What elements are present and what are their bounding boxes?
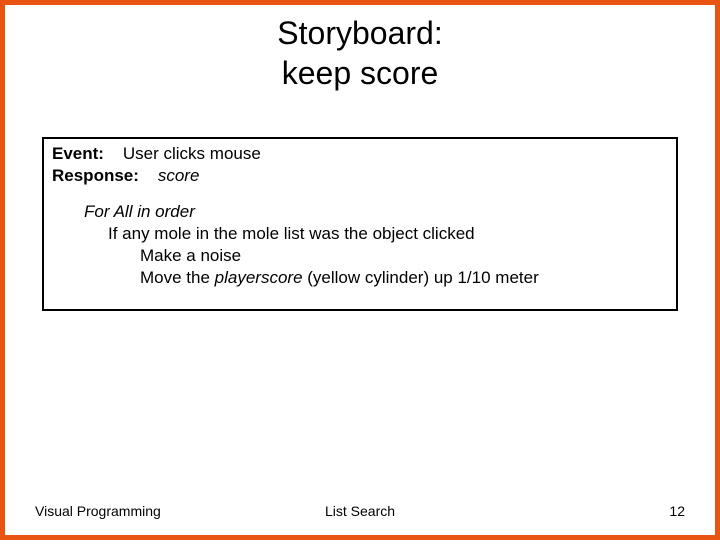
event-row: Event: User clicks mouse xyxy=(52,143,668,165)
response-row: Response: score xyxy=(52,165,668,187)
action-2-pre: Move the xyxy=(140,268,215,287)
title-line-2: keep score xyxy=(282,55,439,91)
response-text: score xyxy=(158,166,200,185)
slide-title: Storyboard: keep score xyxy=(5,13,715,93)
slide-footer: Visual Programming List Search 12 xyxy=(5,503,715,519)
footer-page-number: 12 xyxy=(669,503,685,519)
loop-header: For All in order xyxy=(52,201,668,223)
action-2-post: (yellow cylinder) up 1/10 meter xyxy=(303,268,539,287)
event-label: Event: xyxy=(52,144,104,163)
action-2-var: playerscore xyxy=(215,268,303,287)
title-line-1: Storyboard: xyxy=(277,15,442,51)
storyboard-box: Event: User clicks mouse Response: score… xyxy=(42,137,678,311)
action-2: Move the playerscore (yellow cylinder) u… xyxy=(52,267,668,289)
if-line: If any mole in the mole list was the obj… xyxy=(52,223,668,245)
footer-center: List Search xyxy=(325,503,395,519)
event-text: User clicks mouse xyxy=(123,144,261,163)
response-label: Response: xyxy=(52,166,139,185)
footer-left: Visual Programming xyxy=(35,503,161,519)
action-1: Make a noise xyxy=(52,245,668,267)
